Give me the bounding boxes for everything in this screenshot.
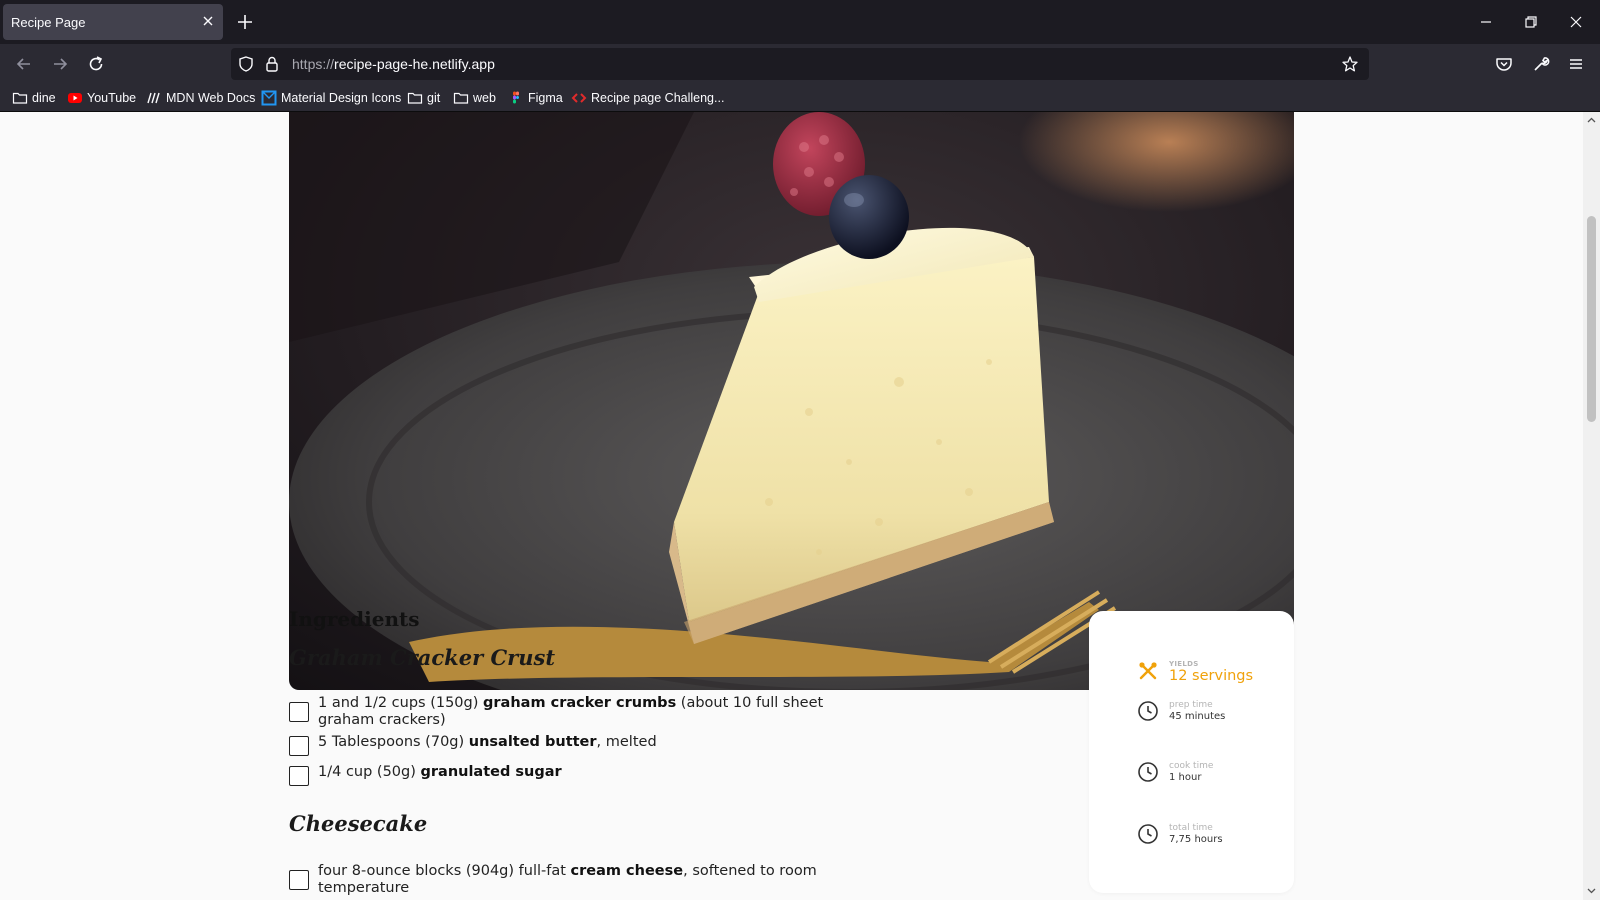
bookmark-figma[interactable]: Figma — [508, 89, 563, 107]
bookmark-recipe-page-challenge[interactable]: Recipe page Challeng... — [571, 89, 724, 107]
url-text[interactable]: https://recipe-page-he.netlify.app — [292, 56, 495, 72]
reload-icon[interactable] — [86, 54, 106, 74]
yields-value: 12 servings — [1169, 668, 1254, 684]
bookmark-label: MDN Web Docs — [166, 91, 256, 105]
fork-knife-icon — [1139, 662, 1157, 680]
cheesecake-photo — [289, 112, 1294, 690]
page-content: Ingredients Graham Cracker Crust 1 and 1… — [0, 112, 1583, 900]
folder-icon — [12, 92, 28, 104]
clock-icon — [1138, 701, 1158, 721]
ingredient-checkbox[interactable] — [289, 870, 309, 890]
ingredient-item: 1/4 cup (50g) granulated sugar — [289, 763, 849, 791]
tab-recipe-page[interactable]: Recipe Page — [3, 4, 223, 40]
bookmark-label: web — [473, 91, 496, 105]
total-time-value: 7,75 hours — [1169, 834, 1223, 845]
ingredients-heading: Ingredients — [289, 607, 420, 631]
bookmark-youtube[interactable]: YouTube — [67, 89, 136, 107]
new-tab-icon[interactable] — [235, 12, 255, 32]
page-scrollbar[interactable] — [1583, 112, 1600, 900]
wrench-icon[interactable] — [1531, 54, 1551, 74]
ingredient-item: 1 and 1/2 cups (150g) graham cracker cru… — [289, 695, 849, 729]
bookmark-material-design-icons[interactable]: Material Design Icons — [261, 89, 401, 107]
bookmark-label: dine — [32, 91, 56, 105]
mdn-icon — [147, 92, 160, 104]
scroll-up-arrow-icon[interactable] — [1586, 115, 1597, 126]
bookmark-folder-dine[interactable]: dine — [12, 89, 56, 107]
cook-time-label: cook time — [1169, 761, 1214, 771]
close-tab-icon[interactable] — [201, 14, 215, 28]
clock-icon — [1138, 824, 1158, 844]
frontend-mentor-icon — [571, 93, 587, 103]
ingredient-checkbox[interactable] — [289, 766, 309, 786]
pocket-icon[interactable] — [1494, 54, 1514, 74]
material-design-icon — [261, 90, 277, 106]
bookmark-folder-git[interactable]: git — [407, 89, 440, 107]
prep-time-label: prep time — [1169, 700, 1213, 710]
bookmark-label: Figma — [528, 91, 563, 105]
figma-icon — [513, 91, 519, 104]
folder-icon — [407, 92, 423, 104]
bookmarks-toolbar: dine YouTube MDN Web Docs Material Desig… — [0, 84, 1600, 112]
tracking-protection-shield-icon[interactable] — [237, 55, 255, 73]
bookmark-label: YouTube — [87, 91, 137, 105]
ingredient-text: 1/4 cup (50g) granulated sugar — [318, 764, 562, 780]
bookmark-label: git — [427, 91, 441, 105]
ingredient-text: 5 Tablespoons (70g) unsalted butter, mel… — [318, 734, 657, 750]
cook-time-value: 1 hour — [1169, 772, 1202, 783]
ingredient-text: 1 and 1/2 cups (150g) graham cracker cru… — [318, 695, 824, 728]
ingredient-checkbox[interactable] — [289, 736, 309, 756]
scrollbar-thumb[interactable] — [1587, 216, 1596, 422]
bookmark-star-icon[interactable] — [1341, 55, 1359, 73]
restore-icon[interactable] — [1521, 12, 1541, 32]
youtube-icon — [68, 93, 82, 103]
yields-label: YIELDS — [1169, 660, 1199, 668]
navigation-toolbar: https://recipe-page-he.netlify.app — [0, 44, 1600, 84]
bookmark-label: Material Design Icons — [281, 91, 402, 105]
total-time-label: total time — [1169, 823, 1213, 833]
menu-hamburger-icon[interactable] — [1566, 54, 1586, 74]
minimize-icon[interactable] — [1476, 12, 1496, 32]
tab-strip: Recipe Page — [0, 0, 1600, 44]
ingredient-checkbox[interactable] — [289, 702, 309, 722]
lock-icon[interactable] — [263, 55, 281, 73]
tab-title: Recipe Page — [11, 15, 86, 30]
url-host: recipe-page-he.netlify.app — [334, 56, 495, 72]
clock-icon — [1138, 762, 1158, 782]
bookmark-label: Recipe page Challeng... — [591, 91, 725, 105]
ingredient-item: four 8-ounce blocks (904g) full-fat crea… — [289, 863, 849, 900]
bookmark-mdn[interactable]: MDN Web Docs — [146, 89, 255, 107]
close-window-icon[interactable] — [1566, 12, 1586, 32]
forward-icon[interactable] — [50, 54, 70, 74]
url-scheme: https:// — [292, 56, 335, 72]
ingredient-item: 5 Tablespoons (70g) unsalted butter, mel… — [289, 733, 849, 761]
back-icon[interactable] — [14, 54, 34, 74]
prep-time-value: 45 minutes — [1169, 711, 1226, 722]
ingredient-text: four 8-ounce blocks (904g) full-fat crea… — [318, 863, 817, 896]
section-title-graham-cracker-crust: Graham Cracker Crust — [289, 645, 556, 670]
url-bar[interactable]: https://recipe-page-he.netlify.app — [231, 48, 1369, 80]
folder-icon — [453, 92, 469, 104]
scroll-down-arrow-icon[interactable] — [1586, 885, 1597, 896]
hero-image — [289, 112, 1294, 690]
bookmark-folder-web[interactable]: web — [453, 89, 496, 107]
section-title-cheesecake: Cheesecake — [289, 811, 428, 836]
recipe-info-card: YIELDS 12 servings prep time 45 minutes … — [1089, 611, 1294, 893]
